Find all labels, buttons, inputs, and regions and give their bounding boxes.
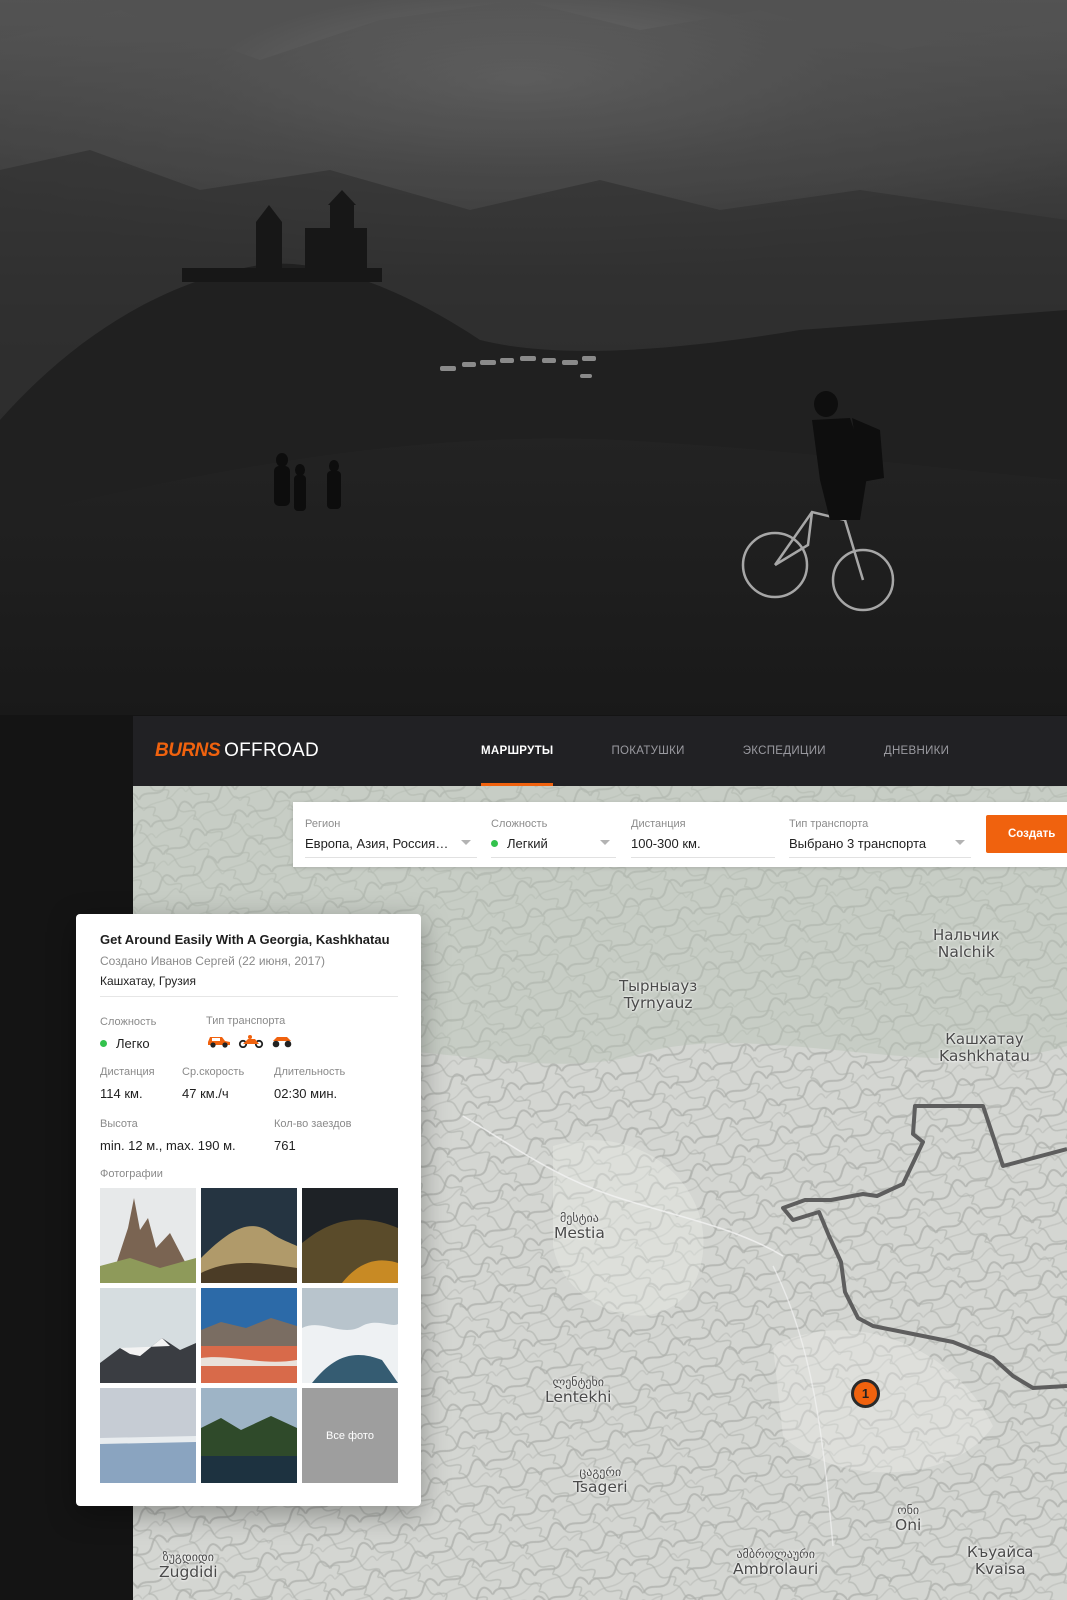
region-label: Регион [305,818,341,830]
photo-thumbnail[interactable] [100,1288,196,1383]
duration-stat-value: 02:30 мин. [274,1086,338,1101]
nav-item-rides[interactable]: ПОКАТУШКИ [611,716,684,786]
city-local-name: Тырныауз [619,977,698,995]
altitude-stat-value: min. 12 м., max. 190 м. [100,1138,236,1153]
city-latin-name: Tyrnyauz [623,993,693,1012]
region-value: Европа, Азия, Россия… [305,836,449,851]
top-navigation-bar: BURNS OFFROAD МАРШРУТЫ ПОКАТУШКИ ЭКСПЕДИ… [133,716,1067,786]
hero-landscape-illustration [0,0,1067,715]
altitude-stat-label: Высота [100,1118,138,1130]
city-latin-name: Kvaisa [974,1559,1026,1578]
photo-thumbnail[interactable] [302,1288,398,1383]
distance-stat-value: 114 км. [100,1086,143,1101]
difficulty-select[interactable]: Сложность Легкий [491,818,616,858]
photo-thumbnail[interactable] [100,1188,196,1283]
chevron-down-icon [461,840,471,845]
duration-stat-label: Длительность [274,1066,346,1078]
logo-mark: BURNS [155,740,221,761]
city-local-name: Къуайса [967,1543,1034,1561]
difficulty-easy-dot-icon [491,840,498,847]
difficulty-stat-row: Легко [100,1036,156,1051]
photo-thumbnail[interactable] [201,1288,297,1383]
transport-value: Выбрано 3 транспорта [789,836,927,851]
city-latin-name: Mestia [554,1224,605,1243]
region-select[interactable]: Регион Европа, Азия, Россия… [305,818,477,858]
atv-icon [272,1037,292,1048]
rides-stat-label: Кол-во заездов [274,1118,352,1130]
filter-bar: Регион Европа, Азия, Россия… Сложность Л… [293,802,1067,867]
route-marker[interactable]: 1 [851,1379,880,1408]
photo-thumbnail[interactable] [201,1188,297,1283]
divider [100,996,398,997]
distance-label: Дистанция [631,818,686,830]
main-nav: МАРШРУТЫ ПОКАТУШКИ ЭКСПЕДИЦИИ ДНЕВНИКИ [481,716,1007,786]
photo-grid: Все фото [100,1188,398,1483]
avg-speed-stat-value: 47 км./ч [182,1086,229,1101]
city-zugdidi: ზუგდიდი Zugdidi [159,1550,218,1582]
rides-stat: Кол-во заездов 761 [274,1118,351,1153]
city-latin-name: Lentekhi [545,1388,612,1407]
chevron-down-icon [955,840,965,845]
altitude-stat: Высота min. 12 м., max. 190 м. [100,1118,236,1153]
avg-speed-stat-label: Ср.скорость [182,1066,245,1078]
city-nalchik: Нальчик Nalchik [933,927,1000,961]
city-latin-name: Kashkhatau [939,1046,1030,1065]
distance-input[interactable]: Дистанция 100-300 км. [631,818,775,858]
chevron-down-icon [600,840,610,845]
city-tyrnyauz: Тырныауз Tyrnyauz [619,978,697,1012]
city-lentekhi: ლენტეხი Lentekhi [545,1375,612,1407]
city-kashkhatau: Кашхатау Kashkhatau [939,1031,1030,1065]
avg-speed-stat: Ср.скорость 47 км./ч [182,1066,244,1101]
photos-label: Фотографии [100,1168,163,1180]
transport-icons [206,1034,294,1048]
nav-item-diaries[interactable]: ДНЕВНИКИ [884,716,949,786]
transport-stat: Тип транспорта [206,1015,294,1048]
difficulty-easy-dot-icon [100,1040,107,1047]
route-title[interactable]: Get Around Easily With A Georgia, Kashkh… [100,932,390,947]
city-local-name: Кашхатау [945,1030,1024,1048]
create-button[interactable]: Создать [986,815,1067,853]
difficulty-stat-label: Сложность [100,1016,157,1028]
city-latin-name: Tsageri [573,1478,628,1497]
city-mestia: მესტია Mestia [554,1211,605,1243]
logo[interactable]: BURNS OFFROAD [155,740,319,762]
distance-stat-label: Дистанция [100,1066,155,1078]
duration-stat: Длительность 02:30 мин. [274,1066,345,1101]
difficulty-stat-value: Легко [116,1036,150,1051]
route-author: Создано Иванов Сергей (22 июня, 2017) [100,954,326,968]
city-local-name: Нальчик [933,926,1000,944]
hero-photo [0,0,1067,715]
city-latin-name: Nalchik [937,942,995,961]
jeep-icon [208,1037,230,1048]
city-latin-name: Zugdidi [159,1563,218,1582]
difficulty-value: Легкий [507,836,548,851]
photo-thumbnail[interactable] [100,1388,196,1483]
difficulty-value-row: Легкий [491,836,616,851]
nav-item-routes[interactable]: МАРШРУТЫ [481,716,554,786]
all-photos-button[interactable]: Все фото [302,1388,398,1483]
difficulty-label: Сложность [491,818,548,830]
city-ambrolauri: ამბროლაური Ambrolauri [733,1547,819,1579]
motorcycle-icon [238,1035,264,1048]
transport-stat-label: Тип транспорта [206,1015,286,1027]
photo-thumbnail[interactable] [201,1388,297,1483]
logo-text: OFFROAD [224,740,320,761]
transport-select[interactable]: Тип транспорта Выбрано 3 транспорта [789,818,971,858]
transport-label: Тип транспорта [789,818,869,830]
city-kvaisa: Къуайса Kvaisa [967,1544,1034,1578]
distance-stat: Дистанция 114 км. [100,1066,155,1101]
difficulty-stat: Сложность Легко [100,1016,156,1051]
city-tsageri: ცაგერი Tsageri [573,1465,628,1497]
city-latin-name: Ambrolauri [733,1560,819,1579]
city-latin-name: Oni [895,1516,922,1535]
route-location: Кашхатау, Грузия [100,974,196,988]
distance-value: 100-300 км. [631,836,701,851]
city-oni: ონი Oni [895,1503,922,1535]
rides-stat-value: 761 [274,1138,296,1153]
photo-thumbnail[interactable] [302,1188,398,1283]
nav-item-expeditions[interactable]: ЭКСПЕДИЦИИ [743,716,826,786]
route-info-card: Get Around Easily With A Georgia, Kashkh… [76,914,421,1506]
